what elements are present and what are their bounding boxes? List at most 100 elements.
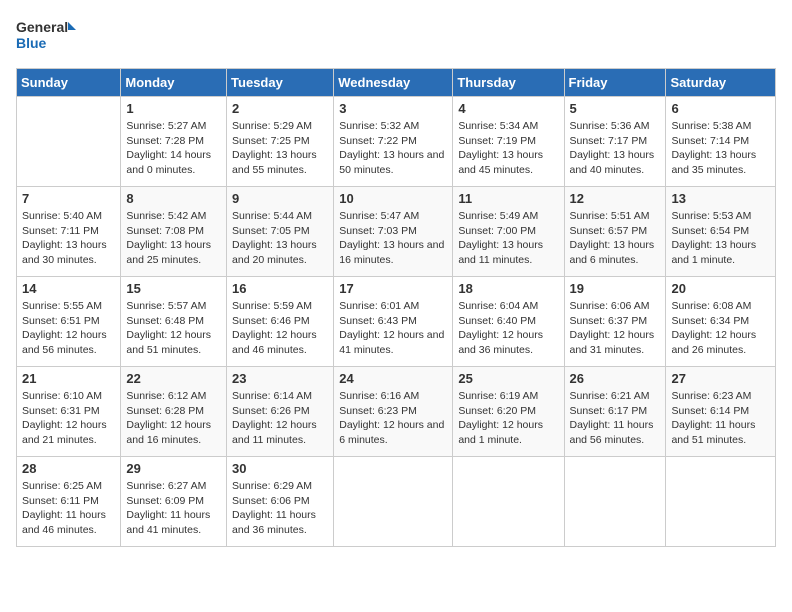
day-cell: 8 Sunrise: 5:42 AMSunset: 7:08 PMDaylight… (121, 187, 227, 277)
day-cell: 29 Sunrise: 6:27 AMSunset: 6:09 PMDayligh… (121, 457, 227, 547)
day-number: 27 (671, 371, 770, 386)
day-cell: 21 Sunrise: 6:10 AMSunset: 6:31 PMDayligh… (17, 367, 121, 457)
day-info: Sunrise: 5:53 AMSunset: 6:54 PMDaylight:… (671, 209, 770, 268)
day-number: 10 (339, 191, 447, 206)
week-row-3: 14 Sunrise: 5:55 AMSunset: 6:51 PMDayligh… (17, 277, 776, 367)
day-info: Sunrise: 5:42 AMSunset: 7:08 PMDaylight:… (126, 209, 221, 268)
day-number: 8 (126, 191, 221, 206)
col-header-friday: Friday (564, 69, 666, 97)
day-info: Sunrise: 6:10 AMSunset: 6:31 PMDaylight:… (22, 389, 115, 448)
day-number: 1 (126, 101, 221, 116)
day-cell: 15 Sunrise: 5:57 AMSunset: 6:48 PMDayligh… (121, 277, 227, 367)
col-header-thursday: Thursday (453, 69, 564, 97)
day-number: 26 (570, 371, 661, 386)
day-number: 2 (232, 101, 328, 116)
day-cell: 27 Sunrise: 6:23 AMSunset: 6:14 PMDayligh… (666, 367, 776, 457)
col-header-saturday: Saturday (666, 69, 776, 97)
week-row-1: 1 Sunrise: 5:27 AMSunset: 7:28 PMDaylight… (17, 97, 776, 187)
day-info: Sunrise: 6:29 AMSunset: 6:06 PMDaylight:… (232, 479, 328, 538)
day-cell: 3 Sunrise: 5:32 AMSunset: 7:22 PMDaylight… (334, 97, 453, 187)
day-cell (564, 457, 666, 547)
day-info: Sunrise: 6:06 AMSunset: 6:37 PMDaylight:… (570, 299, 661, 358)
day-info: Sunrise: 5:32 AMSunset: 7:22 PMDaylight:… (339, 119, 447, 178)
day-number: 28 (22, 461, 115, 476)
day-info: Sunrise: 6:14 AMSunset: 6:26 PMDaylight:… (232, 389, 328, 448)
day-info: Sunrise: 5:51 AMSunset: 6:57 PMDaylight:… (570, 209, 661, 268)
week-row-2: 7 Sunrise: 5:40 AMSunset: 7:11 PMDaylight… (17, 187, 776, 277)
day-cell: 28 Sunrise: 6:25 AMSunset: 6:11 PMDayligh… (17, 457, 121, 547)
day-cell: 12 Sunrise: 5:51 AMSunset: 6:57 PMDayligh… (564, 187, 666, 277)
day-cell: 17Sunrise: 6:01 AMSunset: 6:43 PMDayligh… (334, 277, 453, 367)
day-info: Sunrise: 5:38 AMSunset: 7:14 PMDaylight:… (671, 119, 770, 178)
day-number: 6 (671, 101, 770, 116)
day-number: 17 (339, 281, 447, 296)
page-header: GeneralBlue (16, 16, 776, 56)
day-info: Sunrise: 6:27 AMSunset: 6:09 PMDaylight:… (126, 479, 221, 538)
week-row-5: 28 Sunrise: 6:25 AMSunset: 6:11 PMDayligh… (17, 457, 776, 547)
day-cell (666, 457, 776, 547)
day-info: Sunrise: 5:49 AMSunset: 7:00 PMDaylight:… (458, 209, 558, 268)
day-cell (17, 97, 121, 187)
day-number: 18 (458, 281, 558, 296)
day-cell: 16 Sunrise: 5:59 AMSunset: 6:46 PMDayligh… (227, 277, 334, 367)
logo: GeneralBlue (16, 16, 76, 56)
day-number: 7 (22, 191, 115, 206)
day-cell: 14 Sunrise: 5:55 AMSunset: 6:51 PMDayligh… (17, 277, 121, 367)
day-info: Sunrise: 5:55 AMSunset: 6:51 PMDaylight:… (22, 299, 115, 358)
day-number: 14 (22, 281, 115, 296)
day-number: 5 (570, 101, 661, 116)
day-cell: 19Sunrise: 6:06 AMSunset: 6:37 PMDayligh… (564, 277, 666, 367)
day-number: 16 (232, 281, 328, 296)
day-info: Sunrise: 5:47 AMSunset: 7:03 PMDaylight:… (339, 209, 447, 268)
day-number: 21 (22, 371, 115, 386)
day-cell: 2 Sunrise: 5:29 AMSunset: 7:25 PMDaylight… (227, 97, 334, 187)
day-info: Sunrise: 6:04 AMSunset: 6:40 PMDaylight:… (458, 299, 558, 358)
day-info: Sunrise: 6:12 AMSunset: 6:28 PMDaylight:… (126, 389, 221, 448)
day-cell: 6 Sunrise: 5:38 AMSunset: 7:14 PMDaylight… (666, 97, 776, 187)
day-info: Sunrise: 6:25 AMSunset: 6:11 PMDaylight:… (22, 479, 115, 538)
day-info: Sunrise: 6:23 AMSunset: 6:14 PMDaylight:… (671, 389, 770, 448)
svg-text:Blue: Blue (16, 35, 47, 51)
day-info: Sunrise: 5:29 AMSunset: 7:25 PMDaylight:… (232, 119, 328, 178)
day-cell: 20Sunrise: 6:08 AMSunset: 6:34 PMDayligh… (666, 277, 776, 367)
day-cell (453, 457, 564, 547)
day-info: Sunrise: 5:27 AMSunset: 7:28 PMDaylight:… (126, 119, 221, 178)
day-cell: 18 Sunrise: 6:04 AMSunset: 6:40 PMDayligh… (453, 277, 564, 367)
day-number: 4 (458, 101, 558, 116)
day-cell: 9 Sunrise: 5:44 AMSunset: 7:05 PMDaylight… (227, 187, 334, 277)
calendar-table: SundayMondayTuesdayWednesdayThursdayFrid… (16, 68, 776, 547)
day-cell: 23 Sunrise: 6:14 AMSunset: 6:26 PMDayligh… (227, 367, 334, 457)
day-number: 29 (126, 461, 221, 476)
day-info: Sunrise: 5:57 AMSunset: 6:48 PMDaylight:… (126, 299, 221, 358)
week-row-4: 21 Sunrise: 6:10 AMSunset: 6:31 PMDayligh… (17, 367, 776, 457)
day-cell: 11 Sunrise: 5:49 AMSunset: 7:00 PMDayligh… (453, 187, 564, 277)
day-info: Sunrise: 6:21 AMSunset: 6:17 PMDaylight:… (570, 389, 661, 448)
day-cell: 4 Sunrise: 5:34 AMSunset: 7:19 PMDaylight… (453, 97, 564, 187)
day-cell (334, 457, 453, 547)
day-number: 22 (126, 371, 221, 386)
day-info: Sunrise: 5:44 AMSunset: 7:05 PMDaylight:… (232, 209, 328, 268)
day-number: 12 (570, 191, 661, 206)
logo-svg: GeneralBlue (16, 16, 76, 56)
day-number: 15 (126, 281, 221, 296)
day-info: Sunrise: 6:16 AMSunset: 6:23 PMDaylight:… (339, 389, 447, 448)
day-cell: 25 Sunrise: 6:19 AMSunset: 6:20 PMDayligh… (453, 367, 564, 457)
day-number: 30 (232, 461, 328, 476)
header-row: SundayMondayTuesdayWednesdayThursdayFrid… (17, 69, 776, 97)
day-info: Sunrise: 5:40 AMSunset: 7:11 PMDaylight:… (22, 209, 115, 268)
col-header-sunday: Sunday (17, 69, 121, 97)
day-number: 25 (458, 371, 558, 386)
day-info: Sunrise: 6:19 AMSunset: 6:20 PMDaylight:… (458, 389, 558, 448)
day-cell: 1 Sunrise: 5:27 AMSunset: 7:28 PMDaylight… (121, 97, 227, 187)
day-number: 3 (339, 101, 447, 116)
day-info: Sunrise: 5:59 AMSunset: 6:46 PMDaylight:… (232, 299, 328, 358)
day-number: 9 (232, 191, 328, 206)
col-header-tuesday: Tuesday (227, 69, 334, 97)
day-cell: 30 Sunrise: 6:29 AMSunset: 6:06 PMDayligh… (227, 457, 334, 547)
col-header-monday: Monday (121, 69, 227, 97)
day-cell: 7 Sunrise: 5:40 AMSunset: 7:11 PMDaylight… (17, 187, 121, 277)
day-number: 11 (458, 191, 558, 206)
day-number: 23 (232, 371, 328, 386)
day-info: Sunrise: 5:34 AMSunset: 7:19 PMDaylight:… (458, 119, 558, 178)
day-cell: 5Sunrise: 5:36 AMSunset: 7:17 PMDaylight… (564, 97, 666, 187)
